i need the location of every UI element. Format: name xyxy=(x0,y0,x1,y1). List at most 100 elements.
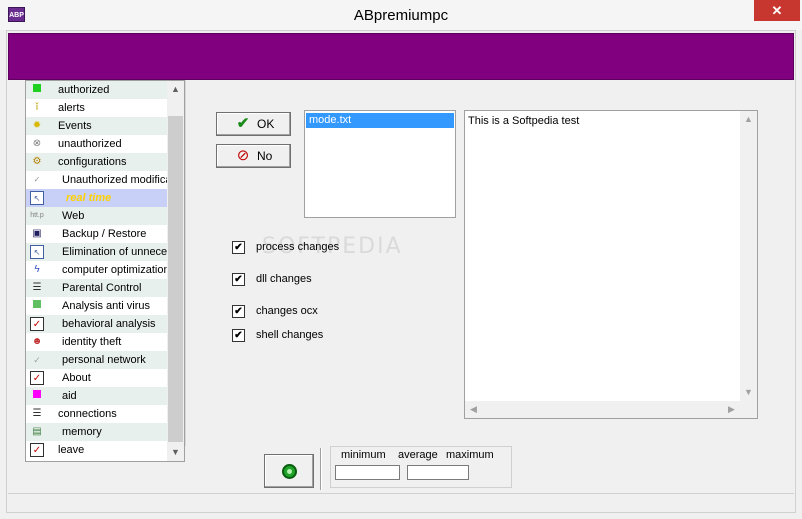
sidebar-item-label: Elimination of unnecessary files xyxy=(62,246,168,258)
ok-button[interactable]: ✔ OK xyxy=(216,112,291,136)
lightning-icon: ϟ xyxy=(34,264,40,275)
green-square-icon xyxy=(30,299,44,313)
text-editor[interactable]: This is a Softpedia test ▲ ▼ ◀ ▶ xyxy=(464,110,758,419)
checkbox-check-icon[interactable]: ✔ xyxy=(232,241,245,254)
sidebar-item-label: memory xyxy=(62,426,102,438)
status-bar xyxy=(8,493,794,511)
no-label: No xyxy=(257,149,273,163)
small-check-icon: ✓ xyxy=(33,355,41,365)
scroll-thumb[interactable] xyxy=(168,116,183,442)
sidebar-item-label: Unauthorized modifications xyxy=(62,174,168,186)
scroll-down-icon[interactable]: ▼ xyxy=(740,384,757,401)
check-icon: ✓ xyxy=(30,317,44,331)
sidebar-item-label: Parental Control xyxy=(62,282,142,294)
checkbox-label: dll changes xyxy=(256,273,312,285)
sidebar-item-label: computer optimization xyxy=(62,264,168,276)
title-bar: ABP ABpremiumpc ✕ xyxy=(0,0,802,30)
sidebar-item-web[interactable]: htt.p Web xyxy=(26,207,168,225)
scroll-down-icon[interactable]: ▼ xyxy=(167,444,184,461)
minimum-label: minimum xyxy=(341,449,386,461)
alert-figure-icon: ǐ xyxy=(35,102,39,113)
window-title: ABpremiumpc xyxy=(353,7,449,24)
config-gear-icon: ⚙ xyxy=(32,156,42,167)
maximum-label: maximum xyxy=(446,449,494,461)
sidebar-item-unauthorized[interactable]: ⊗ unauthorized xyxy=(26,135,168,153)
ok-label: OK xyxy=(257,117,275,131)
target-icon xyxy=(282,464,297,479)
sidebar-item-leave[interactable]: ✓ leave xyxy=(26,441,168,459)
separator xyxy=(320,448,322,490)
check-icon: ✓ xyxy=(30,371,44,385)
sidebar-item-elimination[interactable]: ↖ Elimination of unnecessary files xyxy=(26,243,168,261)
memory-icon: ▤ xyxy=(32,426,42,437)
sidebar-item-authorized[interactable]: authorized xyxy=(26,81,168,99)
checkbox-check-icon[interactable]: ✔ xyxy=(232,273,245,286)
checkbox-check-icon[interactable]: ✔ xyxy=(232,329,245,342)
people-icon: ☻ xyxy=(31,336,43,347)
sidebar-item-label: Events xyxy=(58,120,92,132)
checkmark-icon: ✔ xyxy=(236,115,250,132)
scan-button[interactable] xyxy=(264,454,314,488)
sidebar-item-memory[interactable]: ▤ memory xyxy=(26,423,168,441)
file-listbox[interactable]: mode.txt xyxy=(304,110,456,218)
sidebar-item-label: real time xyxy=(66,192,112,204)
text-content: This is a Softpedia test xyxy=(468,115,580,127)
sidebar-item-backup-restore[interactable]: ▣ Backup / Restore xyxy=(26,225,168,243)
list-item[interactable]: mode.txt xyxy=(306,113,454,128)
sidebar-item-label: connections xyxy=(58,408,117,420)
cursor-icon: ↖ xyxy=(30,245,44,259)
sidebar-item-label: Web xyxy=(62,210,85,222)
average-field[interactable] xyxy=(407,465,469,480)
sidebar-item-about[interactable]: ✓ About xyxy=(26,369,168,387)
sidebar-item-behavioral-analysis[interactable]: ✓ behavioral analysis xyxy=(26,315,168,333)
checkbox-label: process changes xyxy=(256,241,340,253)
sidebar-item-events[interactable]: ✹ Events xyxy=(26,117,168,135)
cursor-icon: ↖ xyxy=(30,191,44,205)
minimum-field[interactable] xyxy=(335,465,400,480)
sidebar-scrollbar[interactable]: ▲ ▼ xyxy=(167,81,184,461)
checkbox-label: changes ocx xyxy=(256,305,318,317)
sidebar-item-label: personal network xyxy=(62,354,146,366)
sidebar-item-label: behavioral analysis xyxy=(62,318,156,330)
checkbox-label: shell changes xyxy=(256,329,324,341)
sidebar-item-computer-optimization[interactable]: ϟ computer optimization xyxy=(26,261,168,279)
floppy-icon: ▣ xyxy=(32,228,42,239)
sidebar-item-label: aid xyxy=(62,390,77,402)
green-square-icon xyxy=(30,83,44,97)
sidebar-item-label: alerts xyxy=(58,102,85,114)
sidebar-item-aid[interactable]: aid xyxy=(26,387,168,405)
lightbulb-icon: ✹ xyxy=(32,120,42,131)
small-check-icon: ✓ xyxy=(33,175,41,184)
scroll-up-icon[interactable]: ▲ xyxy=(167,81,184,98)
text-vertical-scrollbar[interactable]: ▲ ▼ xyxy=(740,111,757,401)
sidebar-item-identity-theft[interactable]: ☻ identity theft xyxy=(26,333,168,351)
sidebar-list: authorized ǐ alerts ✹ Events ⊗ unauthori… xyxy=(26,81,168,461)
checkbox-check-icon[interactable]: ✔ xyxy=(232,305,245,318)
block-icon: ⊗ xyxy=(32,138,42,149)
sidebar-item-analysis-anti-virus[interactable]: Analysis anti virus xyxy=(26,297,168,315)
scroll-right-icon[interactable]: ▶ xyxy=(723,401,740,418)
no-button[interactable]: ⊘ No xyxy=(216,144,291,168)
sidebar-item-label: About xyxy=(62,372,91,384)
sidebar-item-personal-network[interactable]: ✓ personal network xyxy=(26,351,168,369)
document-icon: ☰ xyxy=(32,282,42,293)
sidebar-item-label: Analysis anti virus xyxy=(62,300,151,312)
sidebar-item-configurations[interactable]: ⚙ configurations xyxy=(26,153,168,171)
sidebar-item-label: authorized xyxy=(58,84,110,96)
average-label: average xyxy=(398,449,438,461)
close-button[interactable]: ✕ xyxy=(754,0,800,21)
scroll-left-icon[interactable]: ◀ xyxy=(465,401,482,418)
web-icon: htt.p xyxy=(30,212,44,219)
sidebar-item-connections[interactable]: ☰ connections xyxy=(26,405,168,423)
sidebar-item-alerts[interactable]: ǐ alerts xyxy=(26,99,168,117)
text-horizontal-scrollbar[interactable]: ◀ ▶ xyxy=(465,401,740,418)
scroll-up-icon[interactable]: ▲ xyxy=(740,111,757,128)
document-icon: ☰ xyxy=(32,408,42,419)
sidebar-item-unauthorized-modifications[interactable]: ✓ Unauthorized modifications xyxy=(26,171,168,189)
header-banner xyxy=(8,33,794,80)
sidebar-item-parental-control[interactable]: ☰ Parental Control xyxy=(26,279,168,297)
sidebar-item-label: leave xyxy=(58,444,85,456)
sidebar-item-real-time[interactable]: ↖ real time xyxy=(26,189,168,207)
sidebar-item-label: Backup / Restore xyxy=(62,228,147,240)
sidebar-item-label: identity theft xyxy=(62,336,122,348)
